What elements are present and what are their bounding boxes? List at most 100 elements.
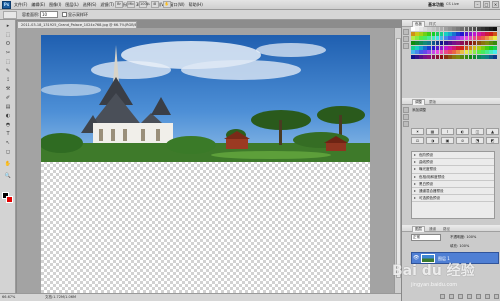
tab-channels[interactable]: 通道	[426, 226, 439, 232]
color-swatch[interactable]	[419, 40, 423, 45]
color-swatch[interactable]	[476, 50, 481, 55]
color-swatch[interactable]	[431, 31, 436, 36]
color-swatch[interactable]	[452, 54, 456, 59]
list-item[interactable]: 可选颜色预设	[412, 195, 494, 203]
color-swatch[interactable]	[448, 40, 452, 45]
color-swatch[interactable]	[468, 54, 473, 59]
color-swatch[interactable]	[415, 27, 419, 31]
color-swatch[interactable]	[456, 27, 460, 31]
new-layer-icon[interactable]	[485, 294, 490, 299]
path-select-tool-icon[interactable]: ↖	[3, 139, 13, 147]
color-swatch[interactable]	[423, 36, 427, 41]
tab-adjustments[interactable]: 调整	[412, 99, 425, 105]
color-swatch[interactable]	[415, 40, 419, 45]
move-tool-icon[interactable]: ▸	[3, 22, 13, 30]
actions-panel-icon[interactable]	[403, 43, 409, 49]
color-swatch[interactable]	[423, 31, 427, 36]
color-swatch[interactable]	[443, 31, 448, 36]
color-swatch[interactable]	[448, 31, 452, 36]
mask-icon[interactable]	[458, 294, 463, 299]
canvas-area[interactable]	[17, 28, 394, 294]
color-swatch[interactable]	[415, 31, 419, 36]
list-item[interactable]: 通道混合器预设	[412, 188, 494, 196]
color-swatch[interactable]	[476, 54, 481, 59]
color-swatch[interactable]	[431, 27, 436, 31]
folder-icon[interactable]	[476, 294, 481, 299]
brush-tool-icon[interactable]: ⟟	[3, 76, 13, 84]
color-swatch[interactable]	[448, 27, 452, 31]
color-swatch[interactable]	[464, 54, 469, 59]
color-swatch[interactable]	[439, 31, 444, 36]
color-swatch[interactable]	[411, 40, 415, 45]
color-swatch[interactable]	[448, 36, 452, 41]
color-swatch[interactable]	[485, 45, 489, 50]
color-swatch[interactable]	[448, 45, 452, 50]
color-swatch[interactable]	[489, 45, 493, 50]
maximize-button[interactable]: □	[483, 1, 490, 8]
black-white-icon[interactable]: ◑	[426, 137, 439, 144]
color-swatch[interactable]	[493, 36, 497, 41]
color-swatch[interactable]	[460, 27, 465, 31]
menu-window[interactable]: 窗口(W)	[170, 2, 185, 8]
color-swatch[interactable]	[427, 31, 432, 36]
color-swatch[interactable]	[464, 50, 469, 55]
color-swatch[interactable]	[439, 45, 444, 50]
color-swatch[interactable]	[419, 31, 423, 36]
document-canvas[interactable]	[41, 35, 370, 294]
color-swatch[interactable]	[460, 31, 465, 36]
color-swatch[interactable]	[439, 36, 444, 41]
canvas-vertical-scrollbar[interactable]	[394, 28, 401, 294]
color-swatch[interactable]	[460, 40, 465, 45]
color-swatch[interactable]	[493, 50, 497, 55]
minimize-button[interactable]: –	[474, 1, 481, 8]
shape-tool-icon[interactable]: ◻	[3, 148, 13, 156]
color-swatch[interactable]	[439, 50, 444, 55]
color-swatch[interactable]	[464, 40, 469, 45]
color-swatch[interactable]	[452, 36, 456, 41]
zoom-level-button[interactable]: 100%	[139, 1, 150, 8]
mini-bridge-button[interactable]: Mb	[127, 1, 135, 8]
color-swatch[interactable]	[415, 54, 419, 59]
eraser-tool-icon[interactable]: ▤	[3, 103, 13, 111]
color-swatch[interactable]	[489, 50, 493, 55]
color-swatch[interactable]	[435, 54, 440, 59]
tolerance-select[interactable]: 10	[40, 11, 58, 18]
arrange-documents-icon[interactable]: ⊞	[151, 1, 159, 8]
color-swatch[interactable]	[431, 40, 436, 45]
color-swatch[interactable]	[485, 31, 489, 36]
color-swatch[interactable]	[452, 45, 456, 50]
color-swatch[interactable]	[443, 45, 448, 50]
color-swatch[interactable]	[485, 50, 489, 55]
color-swatch[interactable]	[464, 45, 469, 50]
adjustment-layer-icon[interactable]	[467, 294, 472, 299]
hand-tool-icon[interactable]: ✋	[163, 1, 171, 8]
color-swatch[interactable]	[481, 54, 485, 59]
color-swatch[interactable]	[476, 45, 481, 50]
color-swatch[interactable]	[411, 36, 415, 41]
color-swatch[interactable]	[468, 27, 473, 31]
color-swatch[interactable]	[452, 27, 456, 31]
color-swatch[interactable]	[481, 50, 485, 55]
trash-icon[interactable]	[494, 294, 499, 299]
color-swatch[interactable]	[443, 54, 448, 59]
color-swatch[interactable]	[439, 54, 444, 59]
color-swatch[interactable]	[423, 40, 427, 45]
color-swatch[interactable]	[493, 27, 497, 31]
color-balance-icon[interactable]: ⚖	[411, 137, 424, 144]
color-swatch[interactable]	[431, 45, 436, 50]
menu-help[interactable]: 帮助(H)	[189, 2, 203, 8]
background-color-swatch[interactable]	[6, 196, 13, 203]
zoom-tool-icon[interactable]: 🔍	[3, 172, 13, 180]
color-swatch[interactable]	[415, 45, 419, 50]
color-swatch[interactable]	[431, 54, 436, 59]
color-swatch[interactable]	[443, 50, 448, 55]
color-swatch[interactable]	[472, 45, 477, 50]
list-item[interactable]: 曲线预设	[412, 159, 494, 167]
color-swatch[interactable]	[456, 45, 460, 50]
color-swatch[interactable]	[456, 31, 460, 36]
color-swatch[interactable]	[435, 40, 440, 45]
history-panel-icon[interactable]	[403, 36, 409, 42]
color-swatch[interactable]	[489, 27, 493, 31]
color-swatch[interactable]	[468, 45, 473, 50]
color-swatch[interactable]	[411, 31, 415, 36]
